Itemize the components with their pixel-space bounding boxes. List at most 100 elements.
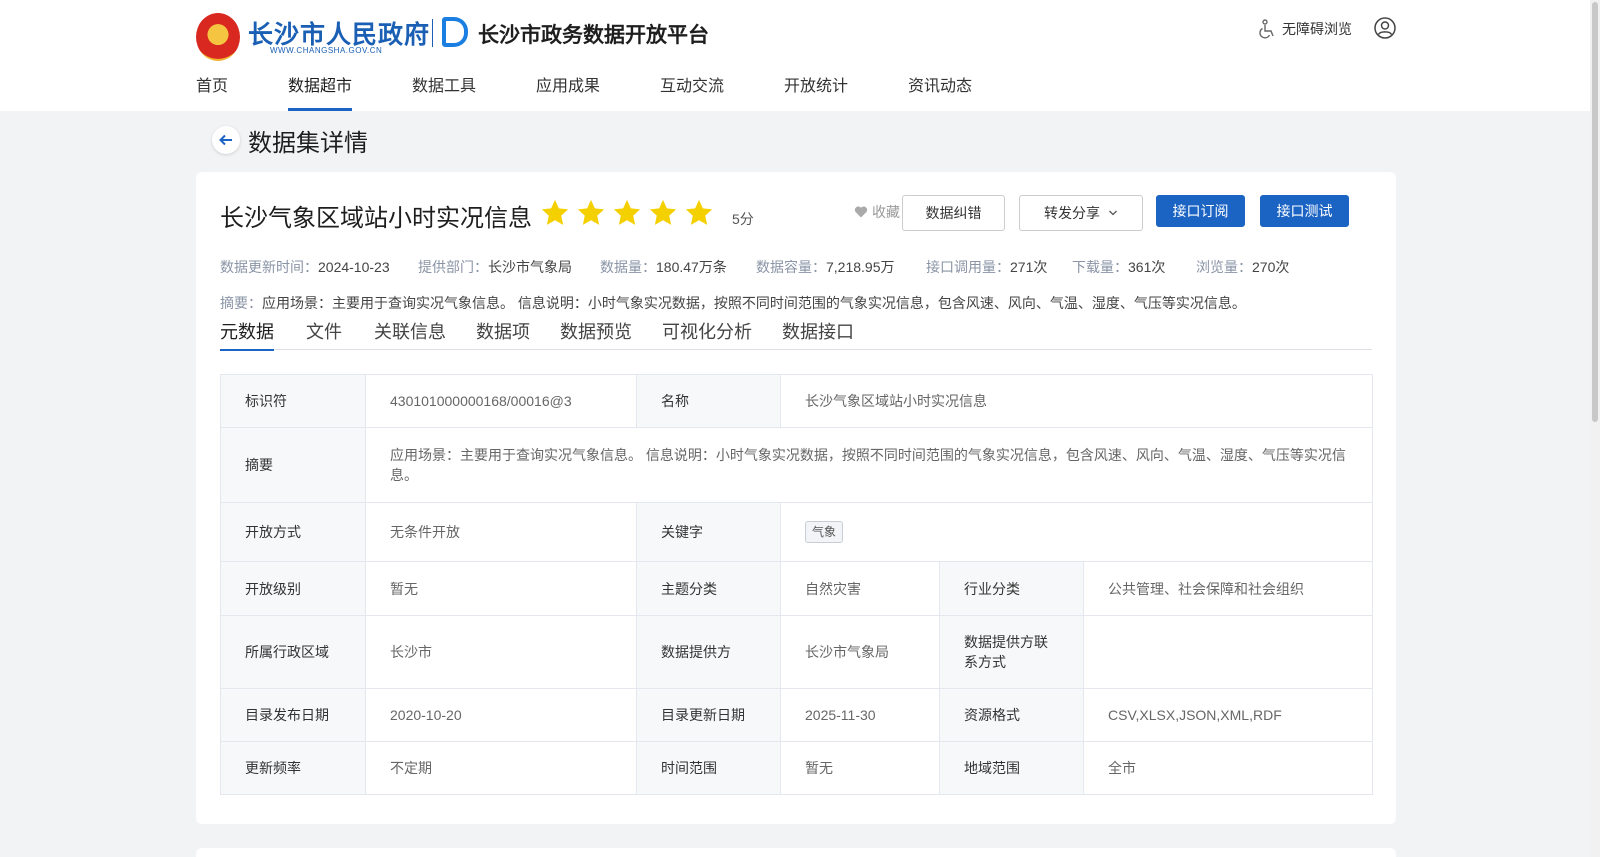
region-key: 所属行政区域 <box>220 615 366 689</box>
table-row: 更新频率 不定期 时间范围 暂无 地域范围 全市 <box>220 741 1373 795</box>
region-value: 长沙市 <box>365 615 637 689</box>
publish-date-value: 2020-10-20 <box>365 688 637 742</box>
platform-name: 长沙市政务数据开放平台 <box>478 23 709 47</box>
platform-logo-icon <box>442 17 468 47</box>
industry-value: 公共管理、社会保障和社会组织 <box>1083 561 1373 616</box>
metadata-table: 标识符 430101000000168/00016@3 名称 长沙气象区域站小时… <box>220 374 1373 795</box>
tab-visual-analysis[interactable]: 可视化分析 <box>662 318 752 350</box>
favorite-label: 收藏 <box>872 204 900 220</box>
open-level-value: 暂无 <box>365 561 637 616</box>
abstract-key: 摘要 <box>220 427 366 503</box>
keyword-value: 气象 <box>780 502 1373 562</box>
nav-data-market[interactable]: 数据超市 <box>288 72 353 111</box>
open-mode-value: 无条件开放 <box>365 502 637 562</box>
star-icon <box>685 199 713 225</box>
table-row: 开放方式 无条件开放 关键字 气象 <box>220 502 1373 562</box>
accessibility-button[interactable]: 无障碍浏览 <box>1258 18 1352 40</box>
time-range-key: 时间范围 <box>636 741 781 795</box>
format-key: 资源格式 <box>939 688 1084 742</box>
format-value: CSV,XLSX,JSON,XML,RDF <box>1083 688 1373 742</box>
meta-record-count: 数据量：180.47万条 <box>600 259 727 275</box>
table-row: 标识符 430101000000168/00016@3 名称 长沙气象区域站小时… <box>220 374 1373 428</box>
meta-downloads: 下载量：361次 <box>1072 259 1166 275</box>
nav-applications[interactable]: 应用成果 <box>536 72 600 111</box>
star-icon <box>613 199 641 225</box>
open-mode-key: 开放方式 <box>220 502 366 562</box>
time-range-value: 暂无 <box>780 741 940 795</box>
identifier-value: 430101000000168/00016@3 <box>365 374 637 428</box>
topic-key: 主题分类 <box>636 561 781 616</box>
share-button[interactable]: 转发分享 <box>1019 195 1143 231</box>
back-button[interactable] <box>212 126 240 154</box>
share-label: 转发分享 <box>1044 205 1100 221</box>
site-header: 长沙市人民政府 WWW.CHANGSHA.GOV.CN 长沙市政务数据开放平台 … <box>0 0 1590 111</box>
nav-data-tools[interactable]: 数据工具 <box>412 72 476 111</box>
table-row: 开放级别 暂无 主题分类 自然灾害 行业分类 公共管理、社会保障和社会组织 <box>220 561 1373 616</box>
favorite-button[interactable]: 收藏 <box>854 202 900 222</box>
user-icon[interactable] <box>1374 17 1396 39</box>
tab-data-preview[interactable]: 数据预览 <box>560 318 632 350</box>
star-icon <box>577 199 605 225</box>
meta-views: 浏览量：270次 <box>1196 259 1290 275</box>
tab-data-items[interactable]: 数据项 <box>476 318 530 350</box>
tab-data-api[interactable]: 数据接口 <box>782 318 854 350</box>
industry-key: 行业分类 <box>939 561 1084 616</box>
star-icon <box>649 199 677 225</box>
geo-range-key: 地域范围 <box>939 741 1084 795</box>
tab-files[interactable]: 文件 <box>306 318 342 350</box>
page-scrollbar[interactable] <box>1590 0 1600 857</box>
wheelchair-icon <box>1259 19 1274 39</box>
abstract-value: 应用场景：主要用于查询实况气象信息。 信息说明：小时气象实况数据，按照不同时间范… <box>365 427 1373 503</box>
topic-value: 自然灾害 <box>780 561 940 616</box>
contact-key: 数据提供方联系方式 <box>939 615 1084 689</box>
national-emblem-icon <box>196 13 240 61</box>
publish-date-key: 目录发布日期 <box>220 688 366 742</box>
api-test-button[interactable]: 接口测试 <box>1260 195 1349 227</box>
dataset-summary: 摘要：应用场景：主要用于查询实况气象信息。 信息说明：小时气象实况数据，按照不同… <box>220 295 1246 311</box>
rating-stars <box>540 198 720 228</box>
geo-range-value: 全市 <box>1083 741 1373 795</box>
meta-update-time: 数据更新时间：2024-10-23 <box>220 259 390 275</box>
frequency-key: 更新频率 <box>220 741 366 795</box>
dataset-title: 长沙气象区域站小时实况信息 <box>220 205 532 232</box>
provider-value: 长沙市气象局 <box>780 615 940 689</box>
meta-capacity: 数据容量：7,218.95万 <box>756 259 895 275</box>
arrow-left-icon <box>219 134 232 146</box>
nav-home[interactable]: 首页 <box>196 72 228 111</box>
heart-icon <box>854 206 868 218</box>
update-date-key: 目录更新日期 <box>636 688 781 742</box>
nav-open-stats[interactable]: 开放统计 <box>784 72 848 111</box>
tab-related-info[interactable]: 关联信息 <box>374 318 446 350</box>
page-title: 数据集详情 <box>248 129 368 157</box>
data-correction-button[interactable]: 数据纠错 <box>902 195 1005 231</box>
site-logo[interactable]: 长沙市人民政府 WWW.CHANGSHA.GOV.CN 长沙市政务数据开放平台 <box>196 13 716 63</box>
table-row: 目录发布日期 2020-10-20 目录更新日期 2025-11-30 资源格式… <box>220 688 1373 742</box>
page-header: 数据集详情 <box>212 124 368 157</box>
provider-key: 数据提供方 <box>636 615 781 689</box>
nav-interaction[interactable]: 互动交流 <box>660 72 724 111</box>
keyword-tag[interactable]: 气象 <box>805 521 844 543</box>
star-icon <box>541 199 569 225</box>
logo-divider <box>432 19 433 47</box>
identifier-key: 标识符 <box>220 374 366 428</box>
chevron-down-icon <box>1109 210 1117 216</box>
contact-value <box>1083 615 1373 689</box>
table-row: 摘要 应用场景：主要用于查询实况气象信息。 信息说明：小时气象实况数据，按照不同… <box>220 427 1373 503</box>
open-level-key: 开放级别 <box>220 561 366 616</box>
gov-url: WWW.CHANGSHA.GOV.CN <box>270 46 383 55</box>
next-card <box>196 848 1396 857</box>
meta-api-calls: 接口调用量：271次 <box>926 259 1048 275</box>
table-row: 所属行政区域 长沙市 数据提供方 长沙市气象局 数据提供方联系方式 <box>220 615 1373 689</box>
nav-news[interactable]: 资讯动态 <box>908 72 972 111</box>
name-value: 长沙气象区域站小时实况信息 <box>780 374 1373 428</box>
detail-tabs: 元数据 文件 关联信息 数据项 数据预览 可视化分析 数据接口 <box>220 318 1372 351</box>
accessibility-label: 无障碍浏览 <box>1282 21 1352 37</box>
scrollbar-thumb[interactable] <box>1592 2 1598 422</box>
api-subscribe-button[interactable]: 接口订阅 <box>1156 195 1245 227</box>
meta-department: 提供部门：长沙市气象局 <box>418 259 572 275</box>
dataset-card: 长沙气象区域站小时实况信息 5分 收藏 数据纠错 转发分享 接口订阅 接口测试 … <box>196 172 1396 824</box>
rating-score: 5分 <box>732 211 754 227</box>
tab-metadata[interactable]: 元数据 <box>220 318 274 351</box>
update-date-value: 2025-11-30 <box>780 688 940 742</box>
frequency-value: 不定期 <box>365 741 637 795</box>
